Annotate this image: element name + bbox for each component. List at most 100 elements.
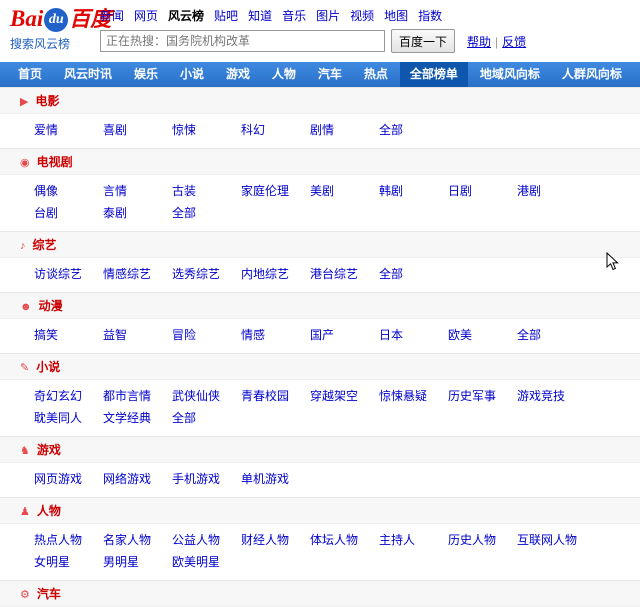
section-variety: ♪ 综艺 访谈综艺 情感综艺 选秀综艺 内地综艺 港台综艺 全部 bbox=[0, 231, 640, 292]
category-link[interactable]: 内地综艺 bbox=[241, 263, 310, 285]
category-link[interactable]: 体坛人物 bbox=[310, 529, 379, 551]
link-row: 爱情 喜剧 惊悚 科幻 剧情 全部 bbox=[34, 119, 640, 141]
top-nav-music[interactable]: 音乐 bbox=[282, 9, 306, 23]
tv-icon: ◉ bbox=[20, 157, 30, 169]
category-link[interactable]: 历史军事 bbox=[448, 385, 517, 407]
category-link[interactable]: 全部 bbox=[379, 119, 448, 141]
section-title-people: 人物 bbox=[36, 504, 61, 518]
category-link[interactable]: 选秀综艺 bbox=[172, 263, 241, 285]
category-link[interactable]: 泰剧 bbox=[103, 202, 172, 224]
category-link[interactable]: 港剧 bbox=[517, 180, 586, 202]
top-nav-fengyunbang[interactable]: 风云榜 bbox=[168, 9, 204, 23]
category-link[interactable]: 穿越架空 bbox=[310, 385, 379, 407]
category-link[interactable]: 惊悚 bbox=[172, 119, 241, 141]
top-nav-tieba[interactable]: 贴吧 bbox=[214, 9, 238, 23]
section-header-movie: ▶ 电影 bbox=[0, 88, 640, 114]
nav-tab-crowd-trend[interactable]: 人群风向标 bbox=[552, 62, 632, 87]
category-link[interactable]: 全部 bbox=[517, 324, 586, 346]
category-link[interactable]: 手机游戏 bbox=[172, 468, 241, 490]
section-movie: ▶ 电影爱情 喜剧 惊悚 科幻 剧情 全部 bbox=[0, 87, 640, 148]
category-link[interactable]: 热点人物 bbox=[34, 529, 103, 551]
nav-tab-home[interactable]: 首页 bbox=[8, 62, 52, 87]
nav-tab-novel[interactable]: 小说 bbox=[170, 62, 214, 87]
category-link[interactable]: 网页游戏 bbox=[34, 468, 103, 490]
category-link[interactable]: 情感 bbox=[241, 324, 310, 346]
category-link[interactable]: 爱情 bbox=[34, 119, 103, 141]
category-link[interactable]: 剧情 bbox=[310, 119, 379, 141]
top-nav-web[interactable]: 网页 bbox=[134, 9, 158, 23]
search-input[interactable] bbox=[100, 30, 385, 52]
category-link[interactable]: 公益人物 bbox=[172, 529, 241, 551]
help-link[interactable]: 帮助 bbox=[467, 35, 491, 49]
feedback-link[interactable]: 反馈 bbox=[502, 35, 526, 49]
category-link[interactable]: 偶像 bbox=[34, 180, 103, 202]
category-link[interactable]: 言情 bbox=[103, 180, 172, 202]
category-link[interactable]: 喜剧 bbox=[103, 119, 172, 141]
nav-tab-car[interactable]: 汽车 bbox=[308, 62, 352, 87]
section-links-anime: 搞笑 益智 冒险 情感 国产 日本 欧美 全部 bbox=[0, 319, 640, 353]
category-link[interactable]: 访谈综艺 bbox=[34, 263, 103, 285]
top-nav-index[interactable]: 指数 bbox=[418, 9, 442, 23]
nav-tab-fengyun-news[interactable]: 风云时讯 bbox=[54, 62, 122, 87]
baidu-fengyunbang-page: Baidu百度 搜索风云榜 新闻网页风云榜贴吧知道音乐图片视频地图指数 百度一下… bbox=[0, 0, 640, 607]
category-link[interactable]: 都市言情 bbox=[103, 385, 172, 407]
baidu-logo[interactable]: Bai du 百度 搜索风云榜 bbox=[10, 6, 111, 52]
nav-tab-game[interactable]: 游戏 bbox=[216, 62, 260, 87]
category-link[interactable]: 惊悚悬疑 bbox=[379, 385, 448, 407]
category-link[interactable]: 财经人物 bbox=[241, 529, 310, 551]
link-row: 搞笑 益智 冒险 情感 国产 日本 欧美 全部 bbox=[34, 324, 640, 346]
section-header-game: ♞ 游戏 bbox=[0, 437, 640, 463]
category-link[interactable]: 历史人物 bbox=[448, 529, 517, 551]
top-nav-map[interactable]: 地图 bbox=[384, 9, 408, 23]
category-link[interactable]: 情感综艺 bbox=[103, 263, 172, 285]
category-link[interactable]: 男明星 bbox=[103, 551, 172, 573]
top-nav-image[interactable]: 图片 bbox=[316, 9, 340, 23]
link-row: 网页游戏 网络游戏 手机游戏 单机游戏 bbox=[34, 468, 640, 490]
category-link[interactable]: 台剧 bbox=[34, 202, 103, 224]
nav-tab-hot[interactable]: 热点 bbox=[354, 62, 398, 87]
category-link[interactable]: 网络游戏 bbox=[103, 468, 172, 490]
category-link[interactable]: 冒险 bbox=[172, 324, 241, 346]
category-link[interactable]: 全部 bbox=[379, 263, 448, 285]
category-link[interactable]: 主持人 bbox=[379, 529, 448, 551]
game-icon: ♞ bbox=[20, 445, 30, 457]
category-link[interactable]: 益智 bbox=[103, 324, 172, 346]
section-tv-series: ◉ 电视剧 偶像 言情 古装 家庭伦理 美剧 韩剧 日剧 港剧 台剧 泰剧 全部 bbox=[0, 148, 640, 231]
category-link[interactable]: 互联网人物 bbox=[517, 529, 586, 551]
category-link[interactable]: 美剧 bbox=[310, 180, 379, 202]
category-link[interactable]: 国产 bbox=[310, 324, 379, 346]
category-link[interactable]: 港台综艺 bbox=[310, 263, 379, 285]
top-nav-zhidao[interactable]: 知道 bbox=[248, 9, 272, 23]
category-link[interactable]: 武侠仙侠 bbox=[172, 385, 241, 407]
nav-tab-people[interactable]: 人物 bbox=[262, 62, 306, 87]
category-link[interactable]: 文学经典 bbox=[103, 407, 172, 429]
top-nav-video[interactable]: 视频 bbox=[350, 9, 374, 23]
category-link[interactable]: 全部 bbox=[172, 202, 241, 224]
top-nav-news[interactable]: 新闻 bbox=[100, 9, 124, 23]
category-link[interactable]: 游戏竞技 bbox=[517, 385, 586, 407]
category-link[interactable]: 女明星 bbox=[34, 551, 103, 573]
category-link[interactable]: 古装 bbox=[172, 180, 241, 202]
nav-tab-entertainment[interactable]: 娱乐 bbox=[124, 62, 168, 87]
category-link[interactable]: 韩剧 bbox=[379, 180, 448, 202]
category-link[interactable]: 欧美 bbox=[448, 324, 517, 346]
category-link[interactable]: 家庭伦理 bbox=[241, 180, 310, 202]
baidu-search-button[interactable]: 百度一下 bbox=[391, 29, 455, 53]
category-link[interactable]: 青春校园 bbox=[241, 385, 310, 407]
category-link[interactable]: 欧美明星 bbox=[172, 551, 241, 573]
category-link[interactable]: 全部 bbox=[172, 407, 241, 429]
category-link[interactable]: 单机游戏 bbox=[241, 468, 310, 490]
variety-show-icon: ♪ bbox=[20, 240, 26, 252]
section-people: ♟ 人物 热点人物 名家人物 公益人物 财经人物 体坛人物 主持人 历史人物 互联网人物 女明星 男明… bbox=[0, 497, 640, 580]
category-link[interactable]: 奇幻玄幻 bbox=[34, 385, 103, 407]
category-link[interactable]: 日本 bbox=[379, 324, 448, 346]
category-link[interactable]: 名家人物 bbox=[103, 529, 172, 551]
category-link[interactable]: 科幻 bbox=[241, 119, 310, 141]
nav-tab-all-lists[interactable]: 全部榜单 bbox=[399, 62, 468, 87]
section-links-tv-series: 偶像 言情 古装 家庭伦理 美剧 韩剧 日剧 港剧台剧 泰剧 全部 bbox=[0, 175, 640, 231]
category-link[interactable]: 搞笑 bbox=[34, 324, 103, 346]
nav-tab-region-trend[interactable]: 地域风向标 bbox=[470, 62, 550, 87]
main-nav: 首页 风云时讯 娱乐 小说 游戏 人物 汽车 热点 全部榜单 地域风向标 人群风向标 bbox=[0, 62, 640, 87]
category-link[interactable]: 耽美同人 bbox=[34, 407, 103, 429]
category-link[interactable]: 日剧 bbox=[448, 180, 517, 202]
